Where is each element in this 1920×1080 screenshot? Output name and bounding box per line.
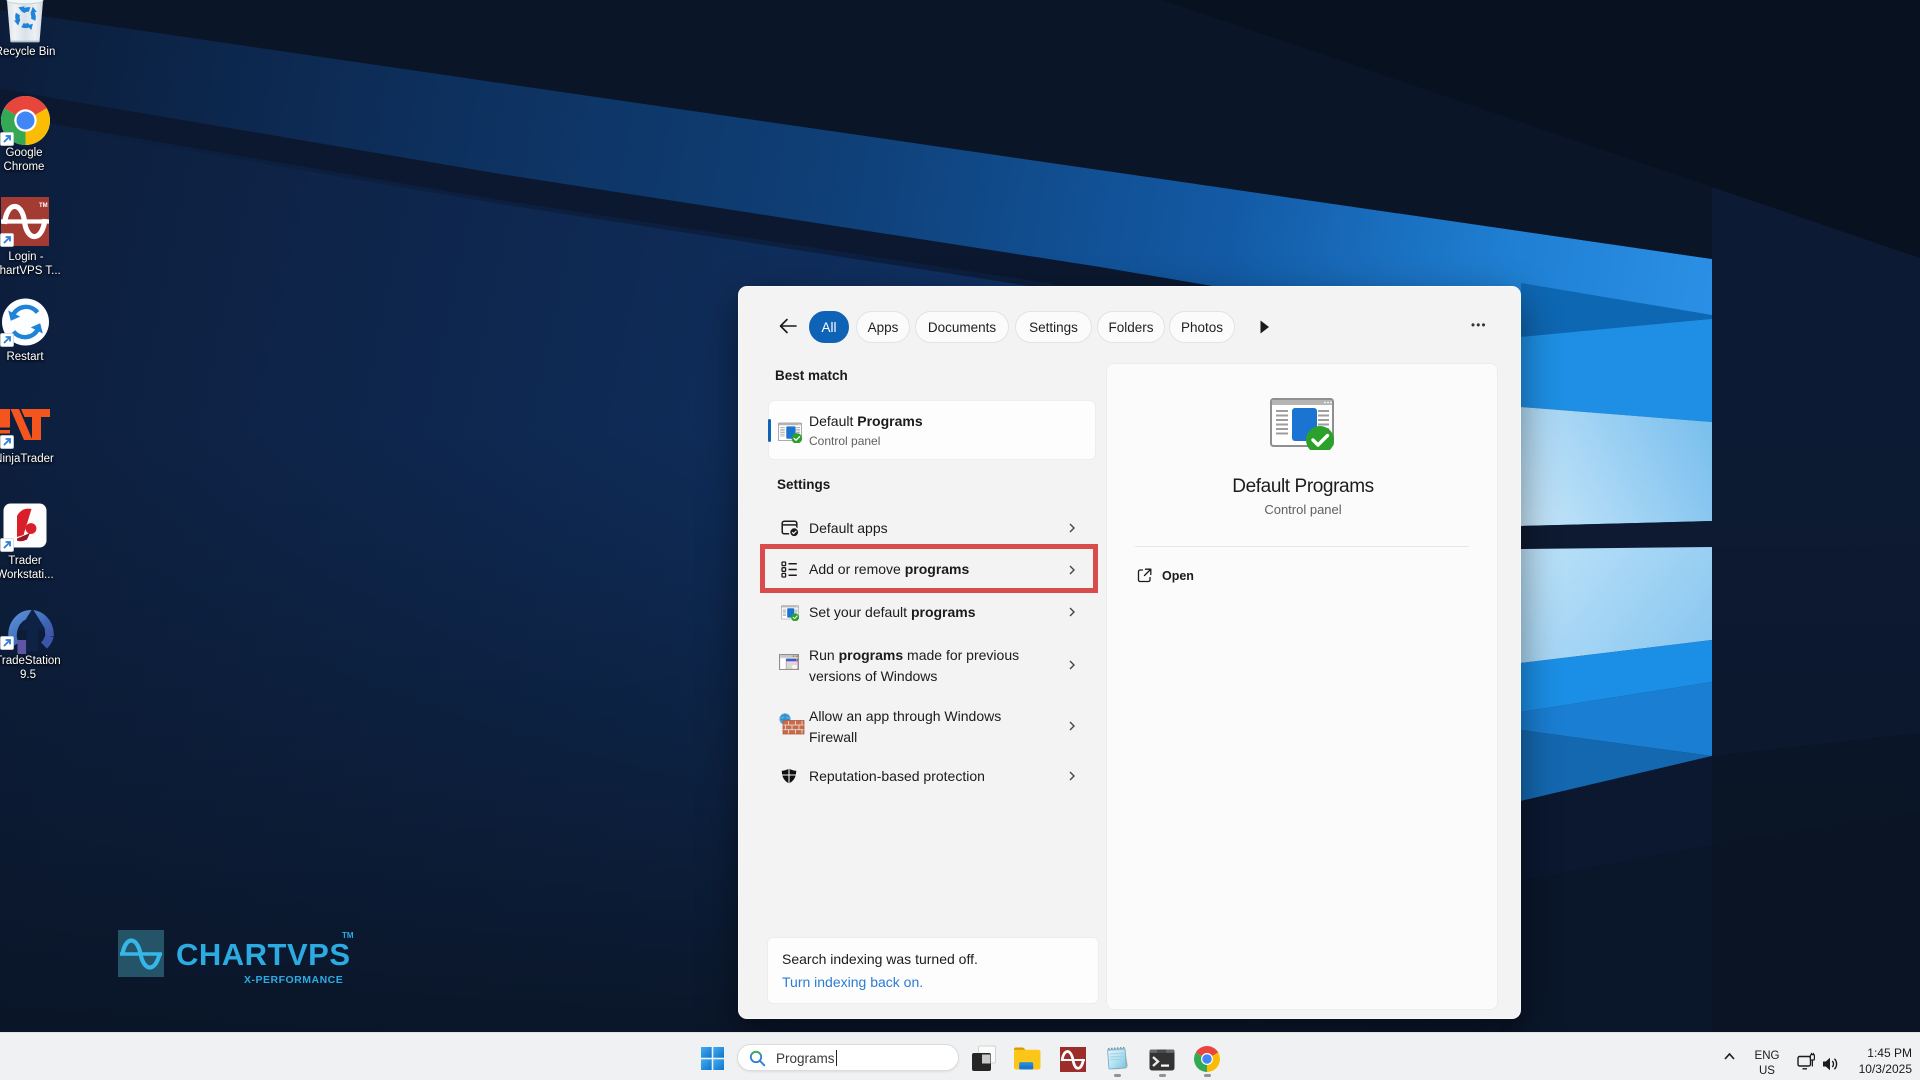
svg-text:TM: TM — [39, 203, 48, 209]
